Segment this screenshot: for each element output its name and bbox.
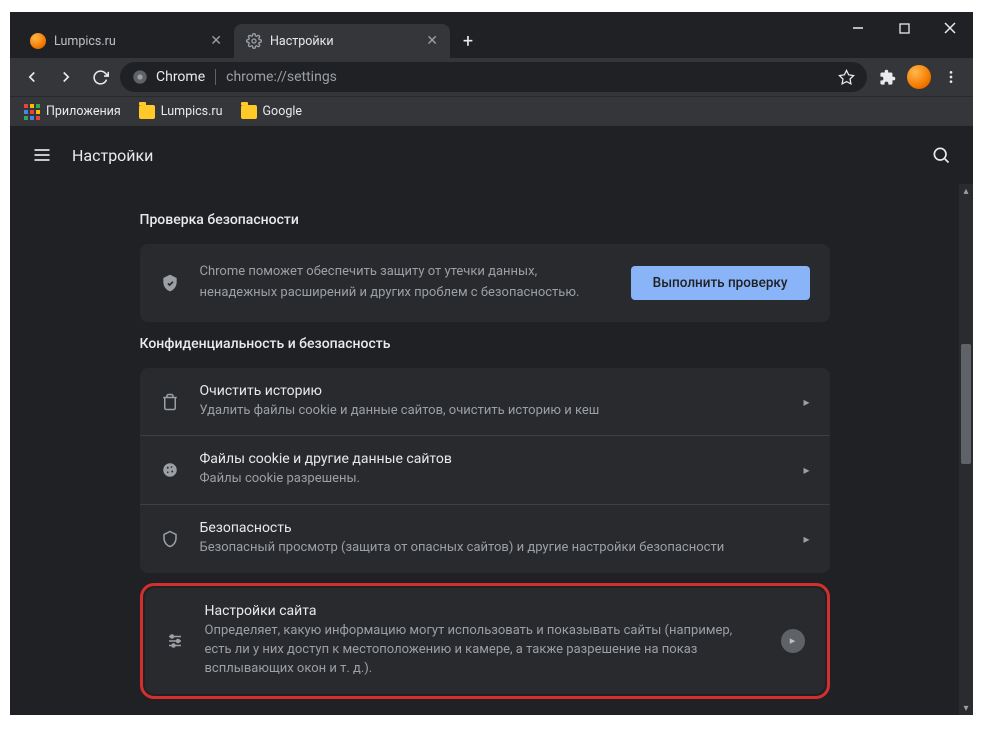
chevron-right-icon: ▸	[803, 463, 809, 477]
close-icon[interactable]: ✕	[210, 33, 222, 49]
row-sub: Удалить файлы cookie и данные сайтов, оч…	[200, 402, 784, 421]
bookmark-lumpics[interactable]: Lumpics.ru	[139, 104, 223, 120]
bookmark-star-icon[interactable]	[838, 69, 855, 86]
extensions-button[interactable]	[873, 63, 901, 91]
run-safety-check-button[interactable]: Выполнить проверку	[631, 266, 810, 300]
scroll-up-icon[interactable]: ▴	[959, 184, 973, 198]
row-sub: Определяет, какую информацию могут испол…	[205, 622, 761, 679]
safety-check-text: Chrome поможет обеспечить защиту от утеч…	[200, 262, 611, 304]
row-cookies[interactable]: Файлы cookie и другие данные сайтов Файл…	[140, 435, 830, 504]
menu-button[interactable]	[937, 63, 965, 91]
row-clear-history[interactable]: Очистить историю Удалить файлы cookie и …	[140, 368, 830, 436]
address-bar[interactable]: Chrome chrome://settings	[120, 62, 867, 92]
row-title: Настройки сайта	[205, 603, 761, 619]
folder-icon	[241, 104, 257, 120]
search-icon[interactable]	[931, 145, 951, 165]
close-window-button[interactable]	[927, 12, 973, 44]
bookmark-label: Приложения	[46, 104, 121, 119]
shield-check-icon	[160, 272, 180, 294]
row-title: Файлы cookie и другие данные сайтов	[200, 451, 784, 467]
safety-check-card: Chrome поможет обеспечить защиту от утеч…	[140, 244, 830, 322]
scrollbar-thumb[interactable]	[961, 344, 971, 464]
browser-window: Lumpics.ru ✕ Настройки ✕ + Chrome	[10, 12, 973, 715]
trash-icon	[160, 393, 180, 411]
settings-title: Настройки	[72, 146, 153, 165]
shield-icon	[160, 530, 180, 548]
chevron-right-icon: ▸	[803, 532, 809, 546]
tab-settings[interactable]: Настройки ✕	[234, 24, 450, 58]
bookmark-apps[interactable]: Приложения	[24, 104, 121, 120]
row-sub: Файлы cookie разрешены.	[200, 470, 784, 489]
apps-icon	[24, 104, 40, 120]
bookmark-label: Google	[263, 104, 302, 119]
bookmarks-bar: Приложения Lumpics.ru Google	[10, 96, 973, 126]
row-site-settings[interactable]: Настройки сайта Определяет, какую информ…	[145, 588, 825, 694]
favicon-lumpics	[30, 33, 46, 49]
back-button[interactable]	[18, 63, 46, 91]
chevron-right-icon: ▸	[781, 629, 805, 653]
separator	[215, 69, 216, 85]
settings-appbar: Настройки	[10, 126, 973, 184]
folder-icon	[139, 104, 155, 120]
profile-avatar[interactable]	[907, 65, 931, 89]
cookie-icon	[160, 461, 180, 479]
omnibox-actions	[838, 69, 855, 86]
section-title-safety: Проверка безопасности	[140, 198, 830, 244]
bookmark-label: Lumpics.ru	[161, 104, 223, 119]
chevron-right-icon: ▸	[803, 395, 809, 409]
favicon-settings	[246, 33, 262, 49]
omnibox-url: chrome://settings	[226, 69, 337, 85]
new-tab-button[interactable]: +	[454, 27, 482, 55]
tab-title: Lumpics.ru	[54, 34, 202, 49]
row-sub: Безопасный просмотр (защита от опасных с…	[200, 539, 784, 558]
menu-icon[interactable]	[32, 145, 52, 165]
window-controls	[835, 12, 973, 44]
maximize-button[interactable]	[881, 12, 927, 44]
toolbar: Chrome chrome://settings	[10, 58, 973, 96]
highlighted-site-settings: Настройки сайта Определяет, какую информ…	[140, 583, 830, 699]
bookmark-google[interactable]: Google	[241, 104, 302, 120]
titlebar: Lumpics.ru ✕ Настройки ✕ +	[10, 12, 973, 58]
tab-strip: Lumpics.ru ✕ Настройки ✕ +	[10, 12, 482, 58]
close-icon[interactable]: ✕	[426, 33, 438, 49]
scrollbar[interactable]: ▴ ▾	[959, 184, 973, 715]
minimize-button[interactable]	[835, 12, 881, 44]
tab-lumpics[interactable]: Lumpics.ru ✕	[18, 24, 234, 58]
section-title-privacy: Конфиденциальность и безопасность	[140, 322, 830, 368]
settings-scroll: Проверка безопасности Chrome поможет обе…	[10, 184, 959, 715]
sliders-icon	[165, 632, 185, 650]
chrome-security-chip: Chrome	[132, 69, 205, 85]
row-security[interactable]: Безопасность Безопасный просмотр (защита…	[140, 504, 830, 573]
row-title: Безопасность	[200, 520, 784, 536]
reload-button[interactable]	[86, 63, 114, 91]
tab-title: Настройки	[270, 34, 418, 49]
page-content: Настройки Проверка безопасности Chrome п…	[10, 126, 973, 715]
settings-body: Проверка безопасности Chrome поможет обе…	[140, 184, 830, 715]
privacy-card: Очистить историю Удалить файлы cookie и …	[140, 368, 830, 574]
omnibox-label: Chrome	[156, 69, 205, 85]
row-title: Очистить историю	[200, 383, 784, 399]
forward-button[interactable]	[52, 63, 80, 91]
scroll-down-icon[interactable]: ▾	[959, 701, 973, 715]
